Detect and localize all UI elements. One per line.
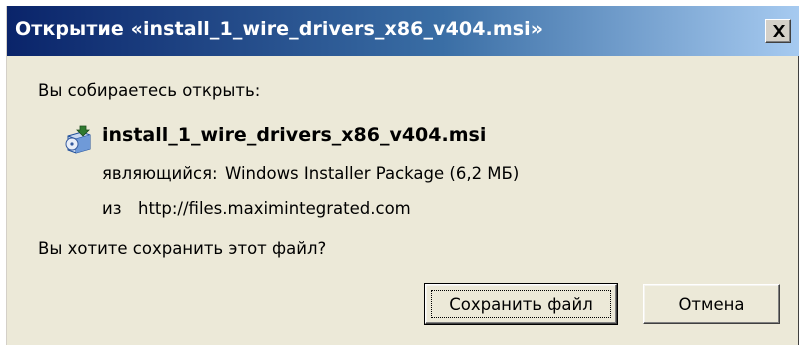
focus-rectangle	[431, 290, 611, 318]
cancel-label: Отмена	[678, 294, 745, 314]
save-question-label: Вы хотите сохранить этот файл?	[38, 239, 327, 258]
file-type-value: Windows Installer Package (6,2 МБ)	[225, 164, 520, 183]
msi-installer-icon	[64, 124, 94, 154]
cancel-button[interactable]: Отмена	[643, 284, 780, 324]
close-icon	[773, 25, 785, 37]
save-file-button[interactable]: Сохранить файл	[424, 283, 618, 325]
file-name: install_1_wire_drivers_x86_v404.msi	[102, 124, 487, 146]
title-bar[interactable]: Открытие «install_1_wire_drivers_x86_v40…	[7, 6, 799, 56]
file-source-label: из	[102, 199, 122, 218]
file-type-label: являющийся:	[102, 164, 218, 183]
window-title: Открытие «install_1_wire_drivers_x86_v40…	[15, 18, 544, 40]
download-dialog: Открытие «install_1_wire_drivers_x86_v40…	[6, 6, 799, 345]
file-source-url: http://files.maximintegrated.com	[138, 199, 411, 218]
close-button[interactable]	[765, 19, 791, 43]
open-prompt-label: Вы собираетесь открыть:	[38, 81, 261, 100]
